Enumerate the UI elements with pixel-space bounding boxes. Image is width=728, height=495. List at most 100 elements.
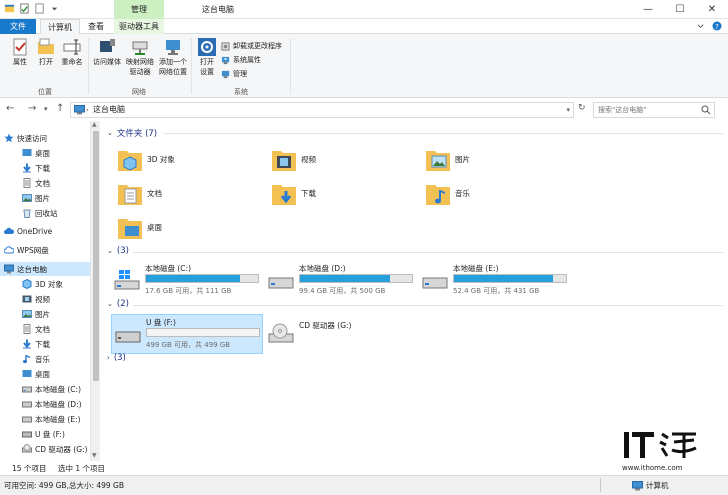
cd-drive-icon <box>22 444 32 453</box>
sidebar-item-3d-objects[interactable]: 3D 对象 <box>22 277 100 291</box>
folders-group-header[interactable]: ⌄ 文件夹 (7) <box>107 127 157 139</box>
new-folder-quick-icon[interactable] <box>34 3 45 14</box>
tab-computer[interactable]: 计算机 <box>40 19 80 35</box>
properties-quick-icon[interactable] <box>19 3 30 14</box>
drive-item-c[interactable]: 本地磁盘 (C:) 17.6 GB 可用，共 111 GB <box>111 261 263 301</box>
forward-arrow-icon[interactable]: → <box>28 103 36 114</box>
back-arrow-icon[interactable]: ← <box>6 103 14 114</box>
sidebar-item-label: 桌面 <box>35 369 50 379</box>
sidebar-item-recycle-bin[interactable]: 回收站 ✚ <box>22 206 100 220</box>
tab-drive-tools[interactable]: 驱动器工具 <box>114 19 164 34</box>
sidebar-scrollbar[interactable]: ▲ ▼ <box>90 121 100 461</box>
drive-item-e[interactable]: 本地磁盘 (E:) 52.4 GB 可用，共 431 GB <box>419 261 571 301</box>
customize-dropdown-icon[interactable] <box>49 3 60 14</box>
chevron-down-icon[interactable]: ⌄ <box>107 129 113 137</box>
breadcrumb-this-pc[interactable]: 这台电脑 <box>93 103 125 117</box>
recent-locations-chevron-icon[interactable]: ▾ <box>44 105 48 113</box>
chevron-down-icon[interactable] <box>696 22 705 31</box>
folder-item[interactable]: 视频 <box>271 142 316 176</box>
downloads-folder-icon <box>272 185 296 205</box>
sidebar-item-drive-e[interactable]: 本地磁盘 (E:) <box>22 412 100 426</box>
folder-item[interactable]: 3D 对象 <box>117 142 175 176</box>
sidebar-item-label: WPS网盘 <box>17 245 49 255</box>
maximize-button[interactable]: ☐ <box>666 0 694 19</box>
manage-button[interactable]: 管理 <box>221 68 247 80</box>
minimize-button[interactable]: — <box>634 0 662 19</box>
sidebar-item-wps-drive[interactable]: WPS网盘 <box>4 243 94 257</box>
network-group-label: (3) <box>113 353 126 363</box>
search-box[interactable]: 搜索"这台电脑" <box>593 102 715 118</box>
open-settings-button[interactable]: 打开 设置 <box>194 38 220 77</box>
drive-item-usb-f[interactable]: U 盘 (F:) 499 GB 可用，共 499 GB <box>111 314 263 354</box>
rename-button[interactable]: 重命名 <box>58 38 86 67</box>
breadcrumb-chevron-icon[interactable]: › <box>86 103 89 117</box>
drive-item-d[interactable]: 本地磁盘 (D:) 99.4 GB 可用，共 500 GB <box>265 261 417 301</box>
sidebar-item-downloads[interactable]: 下载 ✚ <box>22 161 100 175</box>
add-network-location-button[interactable]: 添加一个 网络位置 <box>157 38 189 77</box>
sidebar-item-documents-2[interactable]: 文档 <box>22 322 100 336</box>
folder-item[interactable]: 图片 <box>425 142 470 176</box>
sidebar-item-downloads-2[interactable]: 下载 <box>22 337 100 351</box>
sidebar-item-onedrive[interactable]: OneDrive <box>4 224 94 238</box>
properties-button[interactable]: 属性 <box>8 38 32 67</box>
drives-group-header[interactable]: ⌄ (3) <box>107 246 129 256</box>
drive-name: 本地磁盘 (C:) <box>145 264 191 273</box>
sidebar-item-drive-d[interactable]: 本地磁盘 (D:) <box>22 397 100 411</box>
drive-name: 本地磁盘 (D:) <box>299 264 346 273</box>
sidebar-item-label: 本地磁盘 (C:) <box>35 384 81 394</box>
sidebar-item-pictures-2[interactable]: 图片 <box>22 307 100 321</box>
sidebar-item-label: U 盘 (F:) <box>35 429 65 439</box>
selected-count: 选中 1 个项目 <box>58 464 106 473</box>
close-button[interactable]: ✕ <box>698 0 726 19</box>
sidebar-item-quick-access[interactable]: 快速访问 <box>4 131 94 145</box>
network-group-header[interactable]: › (3) <box>107 353 126 363</box>
free-space-info: 可用空间: 499 GB,总大小: 499 GB <box>4 481 125 490</box>
uninstall-programs-button[interactable]: 卸载或更改程序 <box>221 40 282 52</box>
address-bar[interactable]: › 这台电脑 ▾ <box>70 102 574 118</box>
scroll-down-icon[interactable]: ▼ <box>92 452 97 459</box>
pictures-folder-icon <box>426 151 450 171</box>
address-dropdown-chevron-icon[interactable]: ▾ <box>566 103 570 117</box>
folder-name: 下载 <box>301 188 316 198</box>
system-properties-button[interactable]: 系统属性 <box>221 54 261 66</box>
system-group-label: 系统 <box>234 88 248 96</box>
up-arrow-icon[interactable]: ↑ <box>56 103 64 114</box>
sidebar-item-cd-g[interactable]: CD 驱动器 (G:) <box>22 442 100 456</box>
film-icon <box>22 295 32 303</box>
folder-item[interactable]: 音乐 <box>425 176 470 210</box>
sidebar-item-documents[interactable]: 文档 ✚ <box>22 176 100 190</box>
drives-group-label: (3) <box>116 246 129 256</box>
location-group-label: 位置 <box>38 88 52 96</box>
group-divider <box>133 305 723 306</box>
tab-view[interactable]: 查看 <box>80 19 112 34</box>
map-network-drive-button[interactable]: 映射网络 驱动器 <box>124 38 156 77</box>
drive-item-cd-g[interactable]: CD 驱动器 (G:) <box>265 314 417 354</box>
sidebar-item-desktop-2[interactable]: 桌面 <box>22 367 100 381</box>
manage-context-tab-header[interactable]: 管理 <box>114 0 164 19</box>
chevron-right-icon[interactable]: › <box>107 354 110 362</box>
folder-item[interactable]: 下载 <box>271 176 316 210</box>
folder-item[interactable]: 文档 <box>117 176 162 210</box>
help-icon[interactable]: ? <box>712 21 722 31</box>
sidebar-item-music[interactable]: 音乐 <box>22 352 100 366</box>
refresh-icon[interactable]: ↻ <box>578 103 586 113</box>
tab-file[interactable]: 文件 <box>0 19 36 34</box>
removable-group-header[interactable]: ⌄ (2) <box>107 299 129 309</box>
search-icon[interactable] <box>701 105 711 115</box>
open-button[interactable]: 打开 <box>34 38 58 67</box>
folder-item[interactable]: 桌面 <box>117 210 162 244</box>
sidebar-item-videos[interactable]: 视频 <box>22 292 100 306</box>
location-indicator: 计算机 <box>632 480 669 491</box>
scroll-up-icon[interactable]: ▲ <box>92 121 97 128</box>
chevron-down-icon[interactable]: ⌄ <box>107 247 113 255</box>
sidebar-item-label: 回收站 <box>35 208 58 218</box>
chevron-down-icon[interactable]: ⌄ <box>107 300 113 308</box>
scrollbar-thumb[interactable] <box>93 131 99 381</box>
sidebar-item-this-pc[interactable]: 这台电脑 <box>0 262 90 276</box>
sidebar-item-pictures[interactable]: 图片 ✚ <box>22 191 100 205</box>
sidebar-item-usb-f[interactable]: U 盘 (F:) <box>22 427 100 441</box>
sidebar-item-desktop[interactable]: 桌面 ✚ <box>22 146 100 160</box>
sidebar-item-drive-c[interactable]: 本地磁盘 (C:) <box>22 382 100 396</box>
access-media-button[interactable]: 访问媒体 <box>91 38 123 67</box>
search-input[interactable]: 搜索"这台电脑" <box>598 103 646 117</box>
